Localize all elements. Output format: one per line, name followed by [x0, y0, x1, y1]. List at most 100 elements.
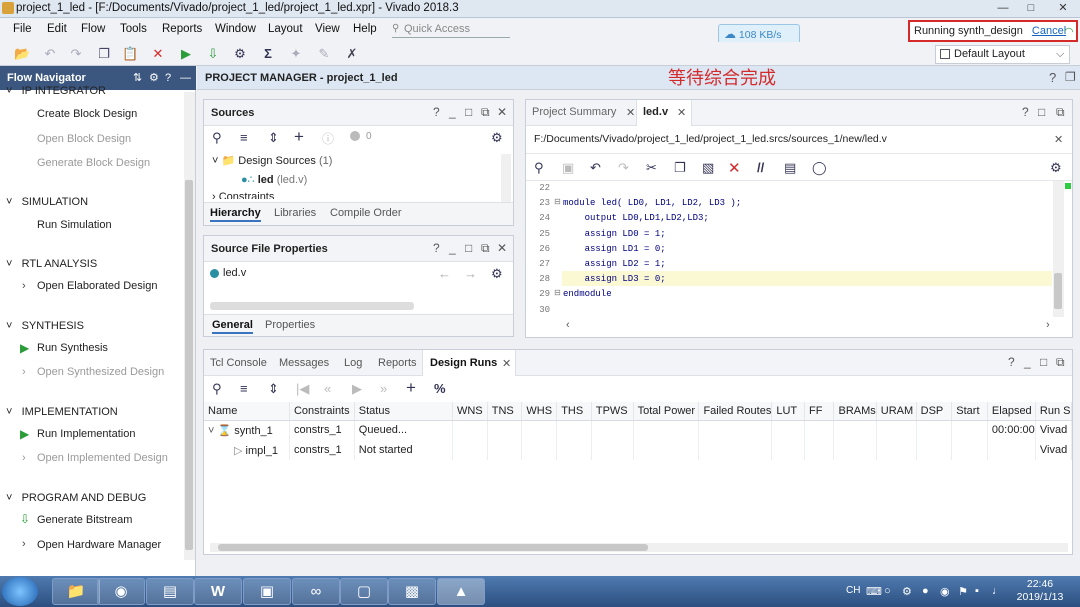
- open-elaborated-design[interactable]: Open Elaborated Design: [37, 280, 157, 292]
- section-synthesis[interactable]: ˅ SYNTHESIS: [6, 320, 84, 332]
- tree-led[interactable]: ●∴ led (led.v): [241, 173, 307, 186]
- redo-icon[interactable]: ↷: [618, 160, 629, 176]
- open-hardware-manager[interactable]: Open Hardware Manager: [37, 539, 161, 551]
- restore-icon[interactable]: □: [465, 241, 472, 255]
- column-header[interactable]: WHS: [521, 402, 558, 421]
- program-icon[interactable]: ⇩: [205, 46, 221, 62]
- search-icon[interactable]: ⚲: [534, 160, 544, 176]
- taskbar-app-chart[interactable]: ▤: [146, 578, 194, 605]
- volume-icon[interactable]: ♩: [992, 585, 1003, 597]
- bulb-icon[interactable]: ◯: [812, 160, 827, 176]
- wrench-icon[interactable]: ✗: [344, 46, 360, 62]
- first-icon[interactable]: |◀: [296, 381, 309, 397]
- layout-select[interactable]: Default Layout ⌵: [935, 45, 1070, 64]
- open-block-design[interactable]: Open Block Design: [37, 133, 131, 145]
- tab-design-runs[interactable]: Design Runs ✕: [422, 350, 516, 376]
- taskbar-word[interactable]: W: [194, 578, 242, 605]
- sigma-icon[interactable]: Σ: [260, 46, 276, 62]
- close-tab-icon[interactable]: ✕: [677, 106, 686, 119]
- tab-hierarchy[interactable]: Hierarchy: [210, 207, 261, 222]
- redo-icon[interactable]: ↷: [68, 46, 84, 62]
- minimize-icon[interactable]: _: [449, 105, 456, 119]
- taskbar-app-window[interactable]: ▢: [340, 578, 388, 605]
- float-icon[interactable]: ⧉: [481, 241, 490, 256]
- delete-icon[interactable]: ✕: [150, 46, 166, 62]
- close-tab-icon[interactable]: ✕: [626, 106, 635, 119]
- gear-icon[interactable]: ⚙: [491, 266, 503, 282]
- security-icon[interactable]: ●: [922, 585, 929, 597]
- search-icon[interactable]: ⚲: [212, 381, 222, 397]
- undo-icon[interactable]: ↶: [590, 160, 601, 176]
- chevron-right-icon[interactable]: ›: [1046, 319, 1050, 331]
- pencil-icon[interactable]: ✎: [316, 46, 332, 62]
- quick-access-input[interactable]: ⚲ Quick Access: [392, 20, 510, 38]
- delete-icon[interactable]: ✕: [728, 159, 741, 177]
- menu-help[interactable]: Help: [353, 23, 377, 35]
- percent-icon[interactable]: %: [434, 381, 446, 396]
- add-icon[interactable]: +: [406, 378, 416, 398]
- column-header[interactable]: DSP: [916, 402, 953, 421]
- minimize-icon[interactable]: _: [449, 241, 456, 255]
- code-area[interactable]: 22 23 ⊟ module led( LD0, LD1, LD2, LD3 ); 24…: [526, 181, 1072, 331]
- close-tab-icon[interactable]: ✕: [502, 357, 511, 370]
- maximize-icon[interactable]: ❐: [1065, 70, 1076, 84]
- app-tray-icon[interactable]: ◉: [940, 585, 950, 598]
- columns-icon[interactable]: ▤: [784, 160, 796, 176]
- tree-design-sources[interactable]: ˅ 📁 Design Sources (1): [212, 154, 332, 167]
- flow-navigator-scrollbar[interactable]: [184, 92, 195, 560]
- search-icon[interactable]: ⚲: [212, 130, 222, 146]
- add-icon[interactable]: +: [294, 127, 304, 147]
- taskbar-vivado[interactable]: ▲: [437, 578, 485, 605]
- tab-libraries[interactable]: Libraries: [274, 207, 316, 219]
- info-icon[interactable]: ⓘ: [322, 130, 334, 147]
- tree-constraints[interactable]: › Constraints: [212, 191, 274, 199]
- copy-icon[interactable]: ❐: [96, 46, 112, 62]
- play-icon[interactable]: ▶: [352, 381, 362, 397]
- column-header[interactable]: Total Power: [633, 402, 700, 421]
- chevron-left-icon[interactable]: ‹: [566, 319, 570, 331]
- column-header[interactable]: WNS: [452, 402, 488, 421]
- keyboard-icon[interactable]: ⌨: [866, 585, 882, 598]
- help-icon[interactable]: ?: [433, 241, 440, 255]
- gear-icon[interactable]: ⚙: [1050, 160, 1062, 176]
- section-program-debug[interactable]: ˅ PROGRAM AND DEBUG: [6, 492, 146, 504]
- close-window-icon[interactable]: ✕: [1050, 1, 1076, 16]
- menu-edit[interactable]: Edit: [47, 23, 67, 35]
- tab-led-v[interactable]: led.v ✕: [636, 100, 692, 126]
- collapse-all-icon[interactable]: ≡: [240, 130, 248, 145]
- sources-scrollbar[interactable]: [501, 154, 511, 202]
- menu-view[interactable]: View: [315, 23, 340, 35]
- minimize-icon[interactable]: _: [1024, 355, 1031, 369]
- cut-icon[interactable]: ✂: [646, 160, 657, 176]
- help-icon[interactable]: ?: [1022, 105, 1029, 119]
- paste-icon[interactable]: ▧: [702, 160, 714, 176]
- column-header[interactable]: Name: [204, 402, 290, 421]
- properties-scrollbar[interactable]: [210, 302, 414, 310]
- menu-layout[interactable]: Layout: [268, 23, 303, 35]
- column-header[interactable]: Start: [951, 402, 988, 421]
- help-icon[interactable]: ?: [165, 66, 171, 90]
- maximize-icon[interactable]: □: [1018, 1, 1044, 16]
- tab-log[interactable]: Log: [344, 357, 362, 369]
- restore-icon[interactable]: □: [1040, 355, 1047, 369]
- generate-block-design[interactable]: Generate Block Design: [37, 157, 150, 169]
- create-block-design[interactable]: Create Block Design: [37, 108, 137, 120]
- float-icon[interactable]: ⧉: [1056, 105, 1065, 120]
- close-icon[interactable]: ✕: [497, 105, 507, 119]
- tab-properties[interactable]: Properties: [265, 319, 315, 331]
- column-header[interactable]: Failed Routes: [698, 402, 773, 421]
- taskbar-app-network[interactable]: ▣: [243, 578, 291, 605]
- settings-icon[interactable]: ⚙: [149, 66, 159, 90]
- tab-general[interactable]: General: [212, 319, 253, 334]
- menu-flow[interactable]: Flow: [81, 23, 105, 35]
- open-implemented-design[interactable]: Open Implemented Design: [37, 452, 168, 464]
- float-icon[interactable]: ⧉: [1056, 355, 1065, 370]
- close-icon[interactable]: ✕: [497, 241, 507, 255]
- minimize-panel-icon[interactable]: —: [180, 66, 191, 90]
- float-icon[interactable]: ⧉: [481, 105, 490, 120]
- column-header[interactable]: BRAMs: [833, 402, 877, 421]
- expand-all-icon[interactable]: ⇕: [268, 130, 279, 146]
- tab-tcl-console[interactable]: Tcl Console: [210, 357, 267, 369]
- paste-icon[interactable]: 📋: [122, 46, 138, 62]
- help-icon[interactable]: ?: [1008, 355, 1015, 369]
